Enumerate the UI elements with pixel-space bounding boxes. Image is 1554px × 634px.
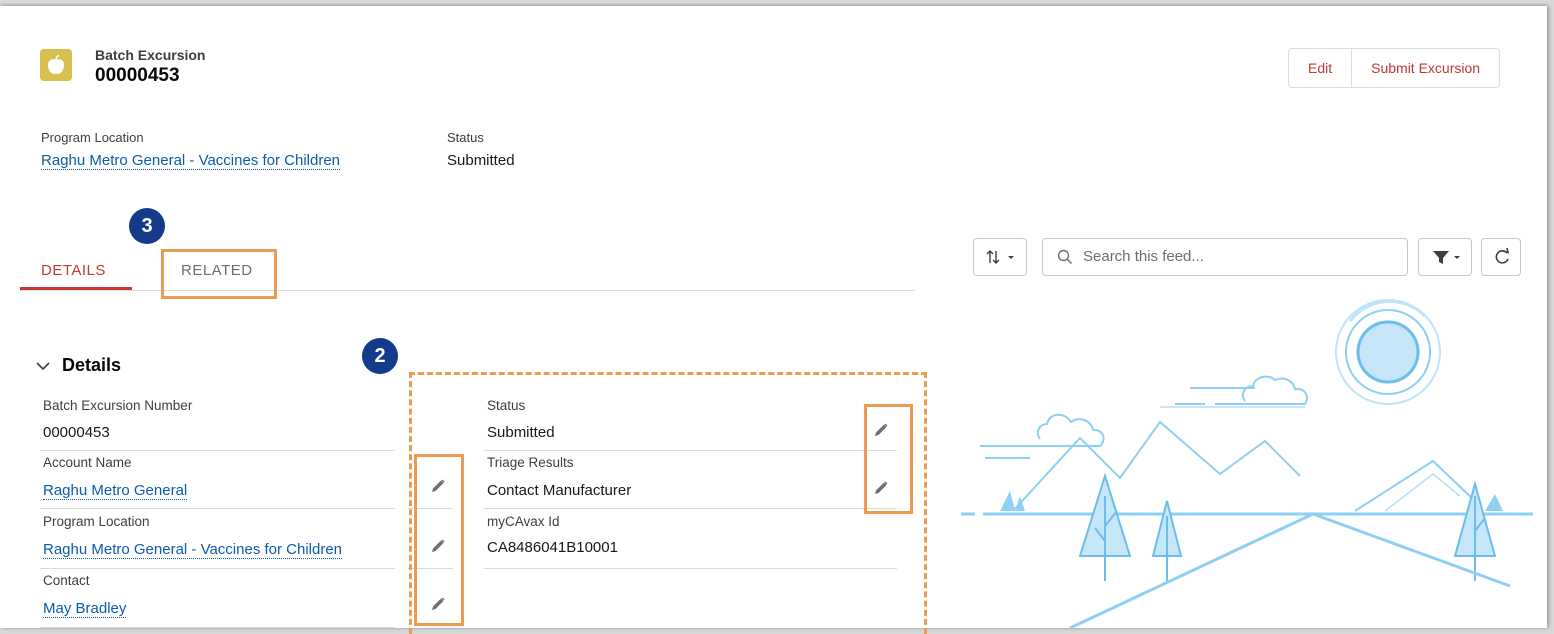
contact-link[interactable]: May Bradley bbox=[43, 600, 127, 618]
object-type-label: Batch Excursion bbox=[95, 47, 206, 63]
active-tab-indicator bbox=[20, 287, 132, 290]
callout-badge-2: 2 bbox=[362, 338, 398, 374]
sort-arrows-icon bbox=[986, 250, 1014, 264]
details-section-title: Details bbox=[62, 355, 122, 375]
callout-badge-3: 3 bbox=[129, 208, 165, 244]
related-tab-highlight bbox=[161, 249, 277, 299]
field-label: Contact bbox=[43, 573, 90, 588]
search-icon bbox=[1057, 249, 1073, 265]
left-pencils-highlight bbox=[414, 454, 464, 626]
field-divider bbox=[40, 568, 395, 569]
record-title: 00000453 bbox=[95, 65, 180, 86]
tab-details[interactable]: DETAILS bbox=[41, 262, 106, 279]
field-label: Batch Excursion Number bbox=[43, 398, 193, 413]
feed-filter-button[interactable] bbox=[1418, 238, 1472, 276]
highlight-status-value: Submitted bbox=[447, 152, 515, 169]
record-page: Batch Excursion 00000453 Edit Submit Exc… bbox=[0, 6, 1547, 634]
field-value: 00000453 bbox=[43, 424, 110, 441]
submit-excursion-button[interactable]: Submit Excursion bbox=[1351, 49, 1500, 87]
field-label: Program Location bbox=[43, 514, 150, 529]
header-button-group: Edit Submit Excursion bbox=[1288, 48, 1501, 88]
field-label: Account Name bbox=[43, 455, 132, 470]
empty-feed-mountains-illustration bbox=[961, 299, 1533, 628]
feed-search-box[interactable] bbox=[1042, 238, 1408, 276]
feed-sort-button[interactable] bbox=[973, 238, 1027, 276]
edit-button[interactable]: Edit bbox=[1289, 49, 1352, 87]
editable-fields-dashed-highlight bbox=[409, 372, 927, 634]
highlight-program-location-label: Program Location bbox=[41, 130, 144, 145]
details-section-header[interactable]: Details bbox=[36, 355, 121, 376]
chevron-down-icon bbox=[36, 358, 54, 376]
feed-search-input[interactable] bbox=[1083, 248, 1393, 265]
account-name-link[interactable]: Raghu Metro General bbox=[43, 482, 188, 500]
field-divider bbox=[40, 450, 395, 451]
program-location-link[interactable]: Raghu Metro General - Vaccines for Child… bbox=[43, 541, 343, 559]
right-pencils-highlight bbox=[864, 404, 913, 514]
tab-bar-divider bbox=[20, 290, 915, 291]
field-divider bbox=[40, 508, 395, 509]
highlight-status-label: Status bbox=[447, 130, 484, 145]
highlight-program-location-link[interactable]: Raghu Metro General - Vaccines for Child… bbox=[41, 152, 341, 170]
apple-icon bbox=[40, 49, 72, 81]
refresh-icon bbox=[1495, 247, 1510, 264]
filter-funnel-icon bbox=[1433, 251, 1460, 264]
feed-refresh-button[interactable] bbox=[1481, 238, 1521, 276]
